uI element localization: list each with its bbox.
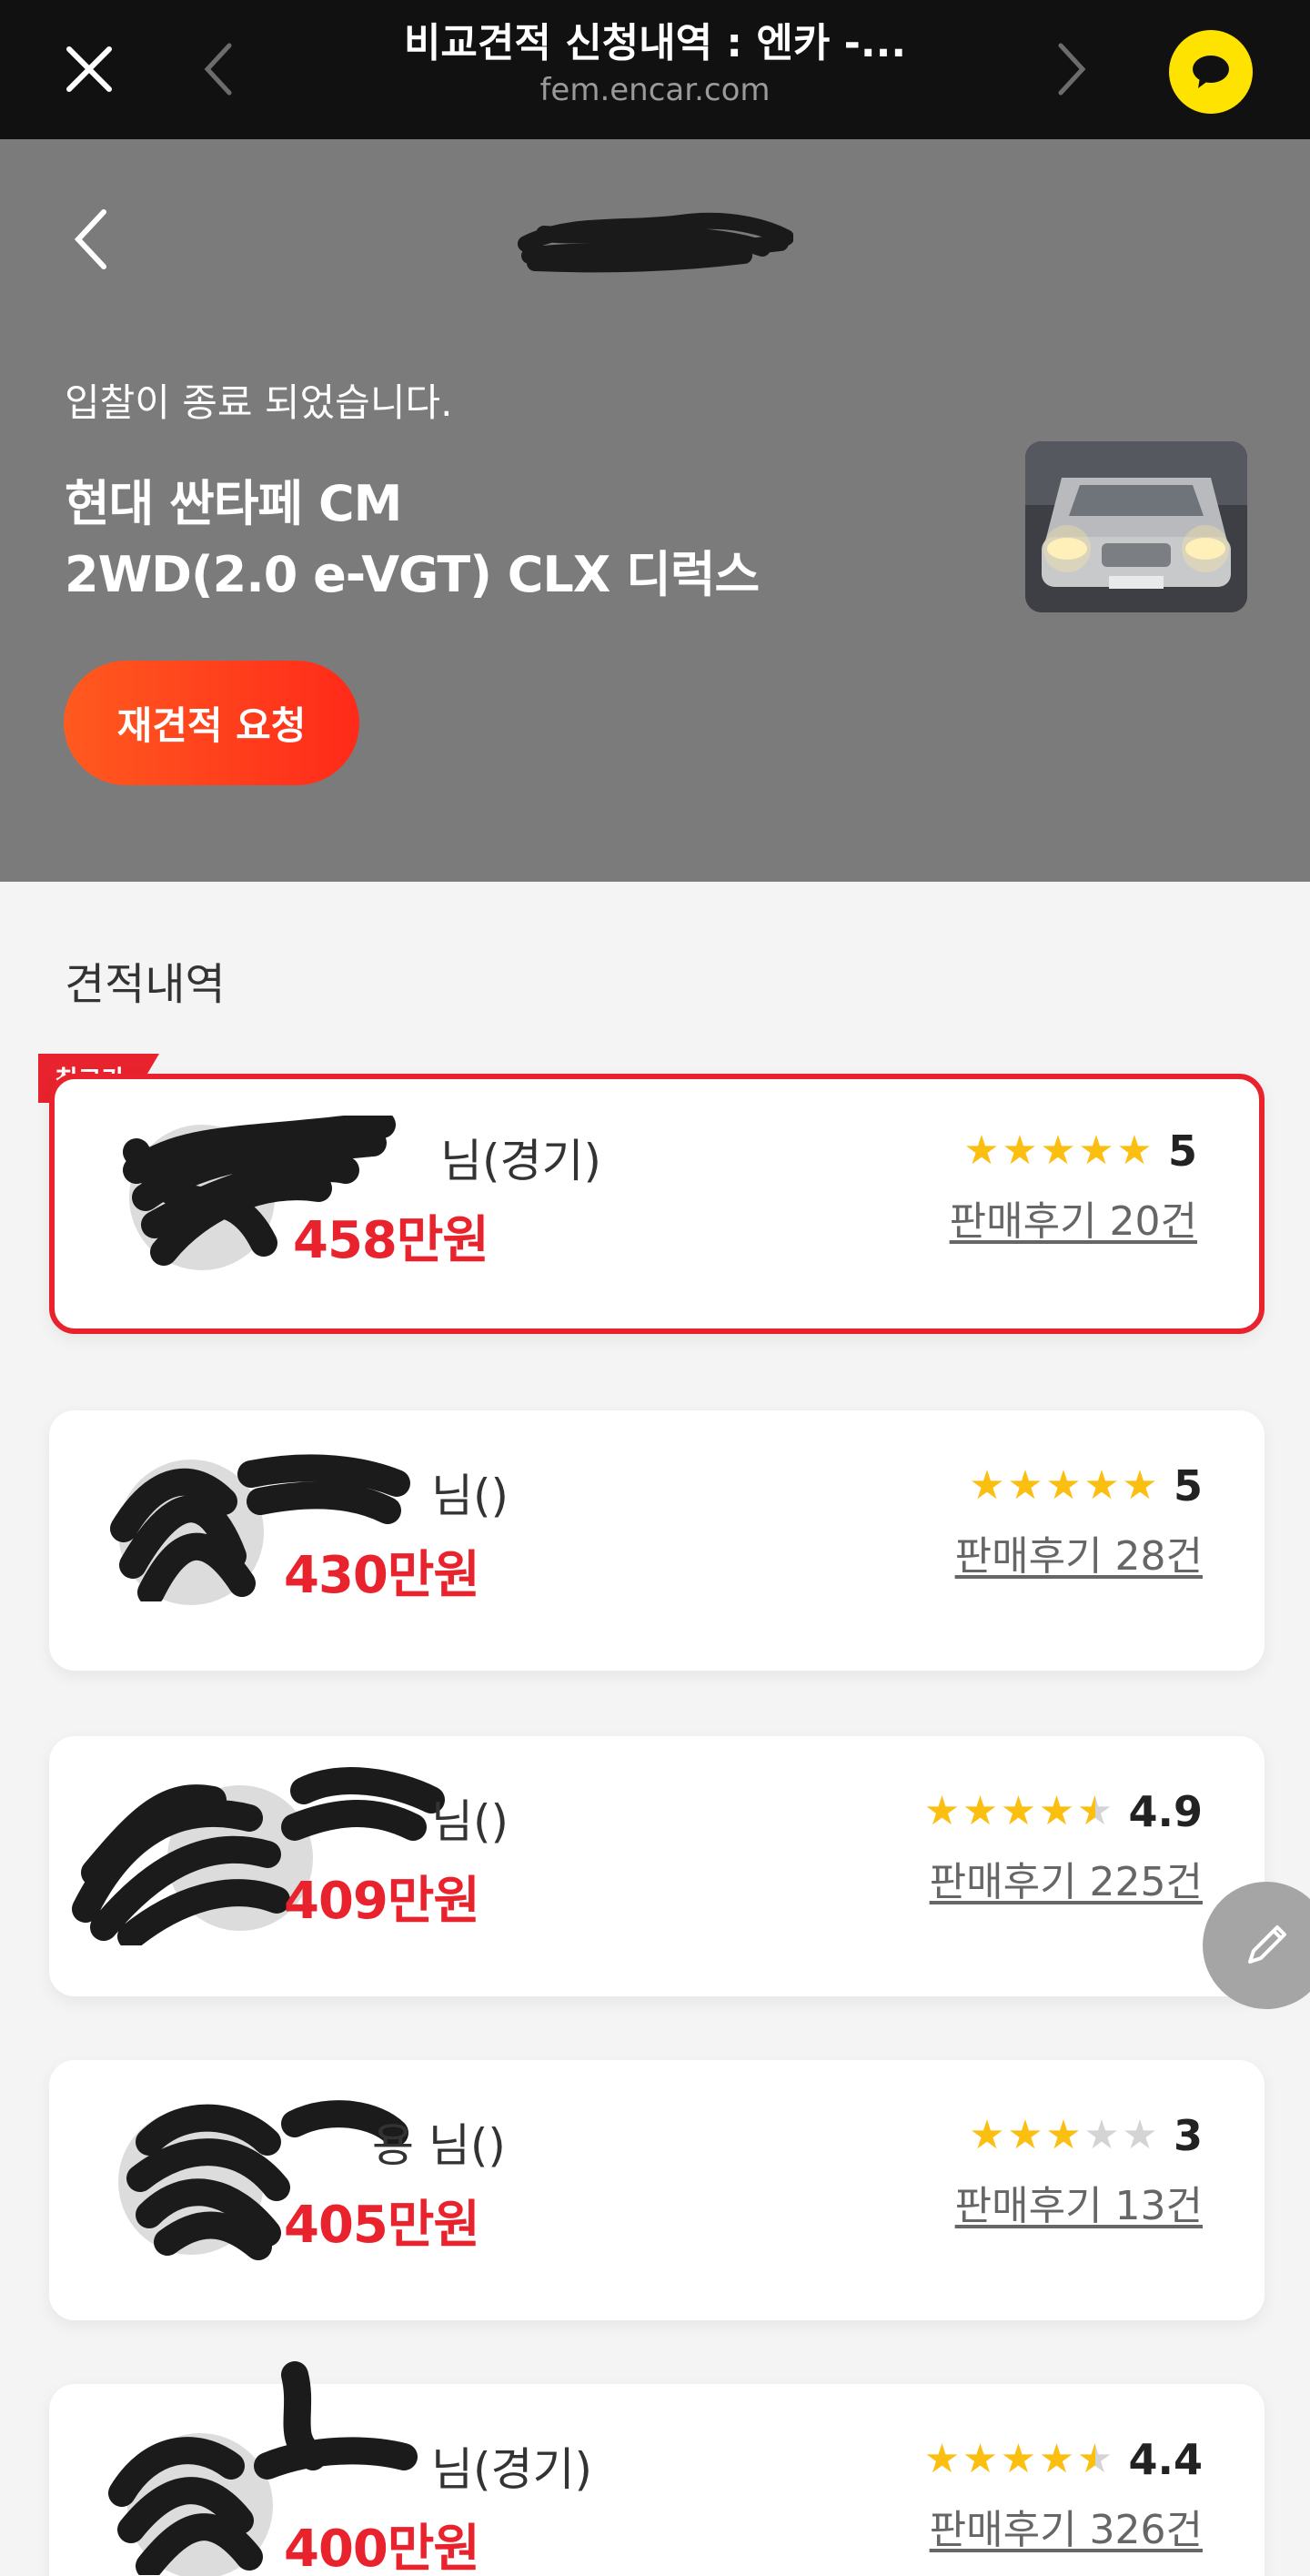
- dealer-name: 님(경기): [431, 2443, 593, 2496]
- rating-value: 5: [1167, 1126, 1197, 1176]
- rerequest-estimate-button[interactable]: 재견적 요청: [64, 661, 359, 785]
- dealer-name: 님(경기): [440, 1135, 602, 1187]
- chevron-right-icon: [1058, 43, 1086, 96]
- star-icon: ★: [1045, 2112, 1082, 2158]
- star-icon: ★: [1038, 2436, 1075, 2482]
- rating-row: ★ ★ ★ ★ ★ 4.4: [923, 2435, 1204, 2484]
- kakao-share-button[interactable]: [1169, 30, 1253, 114]
- star-icon: ★: [1122, 1462, 1158, 1509]
- star-icon: ★: [1002, 1127, 1038, 1174]
- dealer-avatar: [127, 2433, 273, 2576]
- estimate-price: 458만원: [293, 1211, 489, 1270]
- star-icon: ★: [1038, 1788, 1075, 1834]
- star-rating: ★ ★ ★ ★ ★: [962, 1128, 1154, 1174]
- car-model-line-1: 현대 싼타페 CM: [65, 475, 402, 532]
- rating-value: 5: [1173, 1461, 1203, 1510]
- rating-row: ★ ★ ★ ★ ★ 3: [968, 2111, 1203, 2160]
- close-icon: [66, 46, 112, 92]
- star-icon: ★: [963, 1127, 1000, 1174]
- dealer-name: 님(): [431, 1470, 509, 1522]
- back-button[interactable]: [55, 194, 127, 285]
- star-rating: ★ ★ ★ ★ ★: [968, 2113, 1159, 2158]
- star-icon: ★: [1076, 2436, 1114, 2482]
- star-rating: ★ ★ ★ ★ ★: [968, 1463, 1159, 1509]
- car-model-name: 현대 싼타페 CM 2WD(2.0 e-VGT) CLX 디럭스: [65, 469, 760, 611]
- star-icon: ★: [1076, 1788, 1114, 1834]
- page-url: fem.encar.com: [539, 72, 771, 108]
- estimate-card[interactable]: 님(경기) 400만원 ★ ★ ★ ★ ★ 4.4 판매후기 326건: [49, 2361, 1265, 2576]
- star-icon: ★: [1122, 2112, 1158, 2158]
- star-icon: ★: [1083, 1462, 1120, 1509]
- dealer-avatar: [118, 2109, 264, 2255]
- rating-row: ★ ★ ★ ★ ★ 5: [962, 1126, 1197, 1176]
- estimate-price: 400만원: [284, 2520, 480, 2576]
- rating-row: ★ ★ ★ ★ ★ 5: [968, 1461, 1203, 1510]
- review-count-link[interactable]: 판매후기 20건: [950, 1188, 1197, 1247]
- estimate-price: 409만원: [284, 1872, 480, 1931]
- star-icon: ★: [923, 2436, 961, 2482]
- request-header: 입찰이 종료 되었습니다. 현대 싼타페 CM 2WD(2.0 e-VGT) C…: [0, 139, 1310, 882]
- star-rating: ★ ★ ★ ★ ★: [923, 2437, 1114, 2482]
- estimate-price: 430만원: [284, 1546, 480, 1605]
- star-icon: ★: [923, 1788, 961, 1834]
- estimate-card[interactable]: 님() 430만원 ★ ★ ★ ★ ★ 5 판매후기 28건: [49, 1410, 1265, 1671]
- star-icon: ★: [969, 1462, 1005, 1509]
- estimate-section-title: 견적내역: [65, 959, 226, 1010]
- star-rating: ★ ★ ★ ★ ★: [923, 1789, 1114, 1834]
- star-icon: ★: [1078, 1127, 1114, 1174]
- estimate-card[interactable]: 용 님() 405만원 ★ ★ ★ ★ ★ 3 판매후기 13건: [49, 2060, 1265, 2320]
- dealer-name: 용 님(): [372, 2119, 506, 2172]
- star-icon: ★: [1116, 1127, 1153, 1174]
- review-count-link[interactable]: 판매후기 326건: [930, 2497, 1203, 2555]
- rating-value: 3: [1173, 2111, 1203, 2160]
- star-icon: ★: [962, 2436, 999, 2482]
- star-icon: ★: [1000, 2436, 1037, 2482]
- review-count-link[interactable]: 판매후기 28건: [955, 1523, 1203, 1581]
- estimate-card[interactable]: 님() 409만원 ★ ★ ★ ★ ★ 4.9 판매후기 225건: [49, 1736, 1265, 1996]
- star-icon: ★: [1045, 1462, 1082, 1509]
- car-thumbnail: [1025, 441, 1247, 612]
- dealer-avatar: [129, 1125, 275, 1270]
- star-icon: ★: [969, 2112, 1005, 2158]
- rating-value: 4.9: [1128, 1787, 1204, 1836]
- page-title: 비교견적 신청내역 : 엔카 -...: [403, 20, 907, 66]
- dealer-avatar: [118, 1460, 264, 1605]
- review-count-link[interactable]: 판매후기 13건: [955, 2173, 1203, 2231]
- rating-value: 4.4: [1128, 2435, 1204, 2484]
- close-button[interactable]: [53, 33, 126, 106]
- star-icon: ★: [1000, 1788, 1037, 1834]
- estimate-card[interactable]: 님(경기) 458만원 ★ ★ ★ ★ ★ 5 판매후기 20건: [49, 1074, 1265, 1334]
- browser-forward-button[interactable]: [1035, 33, 1108, 106]
- bid-status-text: 입찰이 종료 되었습니다.: [65, 380, 453, 425]
- redacted-title-scribble: [518, 212, 793, 273]
- chat-bubble-icon: [1193, 56, 1229, 88]
- car-photo-image: [1025, 441, 1247, 612]
- chevron-left-icon: [74, 209, 106, 269]
- rating-row: ★ ★ ★ ★ ★ 4.9: [923, 1787, 1204, 1836]
- review-count-link[interactable]: 판매후기 225건: [930, 1849, 1203, 1907]
- browser-top-bar: 비교견적 신청내역 : 엔카 -... fem.encar.com: [0, 0, 1310, 139]
- car-model-line-2: 2WD(2.0 e-VGT) CLX 디럭스: [65, 546, 760, 603]
- pencil-icon: [1248, 1925, 1286, 1964]
- chevron-left-icon: [204, 43, 232, 96]
- browser-back-button[interactable]: [182, 33, 255, 106]
- estimate-price: 405만원: [284, 2196, 480, 2255]
- star-icon: ★: [1007, 1462, 1043, 1509]
- browser-title-area: 비교견적 신청내역 : 엔카 -... fem.encar.com: [300, 16, 1010, 109]
- star-icon: ★: [962, 1788, 999, 1834]
- dealer-name: 님(): [431, 1795, 509, 1848]
- star-icon: ★: [1007, 2112, 1043, 2158]
- star-icon: ★: [1083, 2112, 1120, 2158]
- star-icon: ★: [1040, 1127, 1076, 1174]
